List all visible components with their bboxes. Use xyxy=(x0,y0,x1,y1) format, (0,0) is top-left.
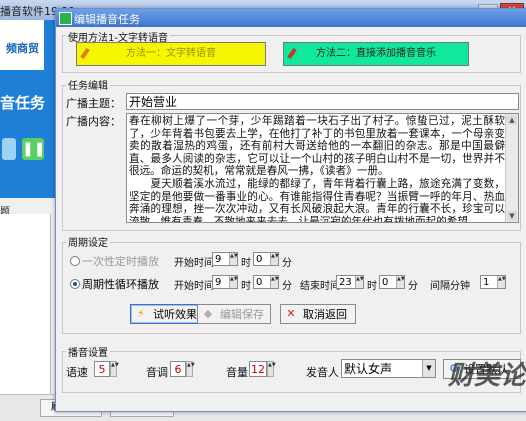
cycle-start-label: 开始时间 xyxy=(174,281,214,292)
spinner-icon[interactable]: ▲▼ xyxy=(229,253,238,265)
spinner-icon[interactable]: ▲▼ xyxy=(270,253,279,265)
task-header-label: 音任务 xyxy=(0,94,46,112)
cycle-end-label: 结束时间 xyxy=(300,281,340,292)
spinner-icon[interactable]: ▲▼ xyxy=(355,276,364,288)
audition-button[interactable]: ⚡ 试听效果 xyxy=(130,304,206,324)
content-textarea[interactable]: 春在柳树上爆了一个芽，少年踢踏着一块石子出了村子。惊蛰已过，泥土酥软了，少年背着… xyxy=(126,113,519,223)
logo: 频商贸 xyxy=(0,20,44,70)
spinner-icon[interactable]: ▲▼ xyxy=(497,276,506,288)
pencil-icon xyxy=(287,47,297,60)
dialog-titlebar[interactable]: 编辑播音任务 xyxy=(56,9,526,27)
chevron-down-icon[interactable]: ▼ xyxy=(422,360,435,377)
method-text-to-speech-button[interactable]: 方法一：文字转语音 xyxy=(76,42,266,66)
edit-task-dialog: 编辑播音任务 使用方法1-文字转语音 方法一：文字转语音 方法二：直接添加播音音… xyxy=(55,8,526,412)
cancel-return-label: 取消返回 xyxy=(303,308,347,321)
cycle-start-minute-value: 0 xyxy=(256,277,263,288)
one-time-radio[interactable] xyxy=(70,256,80,266)
interval-label: 间隔分钟 xyxy=(430,281,470,292)
speed-spinner-icon[interactable]: ▲▼ xyxy=(110,361,119,377)
edit-save-label: 编辑保存 xyxy=(220,308,264,321)
cycle-end-hour-value: 23 xyxy=(339,277,352,288)
volume-label: 音量 xyxy=(226,366,248,379)
one-time-minute-input[interactable]: 0 ▲▼ xyxy=(253,252,279,266)
content-label: 广播内容： xyxy=(66,115,121,128)
spinner-icon[interactable]: ▲▼ xyxy=(229,276,238,288)
dialog-title: 编辑播音任务 xyxy=(74,13,140,26)
hour-unit: 时 xyxy=(367,281,377,292)
audition-label: 试听效果 xyxy=(153,308,197,321)
one-time-start-label: 开始时间 xyxy=(174,258,214,269)
watermark-text: 财美论 xyxy=(448,361,526,391)
hour-unit: 时 xyxy=(241,281,251,292)
cycle-end-minute-value: 0 xyxy=(382,277,389,288)
cycle-end-hour-input[interactable]: 23 ▲▼ xyxy=(336,275,364,289)
prev-icon[interactable] xyxy=(2,138,16,160)
close-icon: ✕ xyxy=(286,307,296,320)
minute-unit: 分 xyxy=(408,281,418,292)
pitch-spinner-icon[interactable]: ▲▼ xyxy=(186,361,195,377)
main-left-panel: 频商贸 音任务 ❚❚ xyxy=(0,20,55,198)
spinner-icon[interactable]: ▲▼ xyxy=(396,276,405,288)
playback-group-label: 播音设置 xyxy=(66,344,110,359)
one-time-hour-value: 9 xyxy=(215,254,222,265)
speed-label: 语速 xyxy=(66,366,88,379)
minute-unit: 分 xyxy=(282,281,292,292)
method2-label: 方法二：直接添加播音音乐 xyxy=(316,48,436,59)
content-text: 春在柳树上爆了一个芽，少年踢踏着一块石子出了村子。惊蛰已过，泥土酥软了，少年背着… xyxy=(129,115,505,223)
pause-icon[interactable]: ❚❚ xyxy=(22,138,45,160)
task-list[interactable] xyxy=(0,214,51,394)
app-icon xyxy=(59,12,72,25)
pitch-label: 音调 xyxy=(146,366,168,379)
volume-spinner-icon[interactable]: ▲▼ xyxy=(267,361,276,377)
cycle-label: 周期性循环播放 xyxy=(82,278,159,291)
period-group-label: 周期设定 xyxy=(66,234,110,249)
one-time-minute-value: 0 xyxy=(256,254,263,265)
interval-input[interactable]: 1 ▲▼ xyxy=(480,275,506,289)
volume-input[interactable]: 12 xyxy=(249,361,267,377)
cycle-radio[interactable] xyxy=(70,279,80,289)
lightning-icon: ⚡ xyxy=(137,307,145,320)
speaker-label: 发音人 xyxy=(306,366,339,379)
one-time-hour-input[interactable]: 9 ▲▼ xyxy=(212,252,238,266)
theme-input[interactable]: 开始营业 xyxy=(126,93,519,110)
watermark: 财美论 xyxy=(448,355,526,413)
hour-unit: 时 xyxy=(241,258,251,269)
cycle-start-hour-input[interactable]: 9 ▲▼ xyxy=(212,275,238,289)
cycle-end-minute-input[interactable]: 0 ▲▼ xyxy=(379,275,405,289)
cycle-start-hour-value: 9 xyxy=(215,277,222,288)
scroll-down-icon[interactable]: ▼ xyxy=(507,211,517,221)
one-time-label: 一次性定时播放 xyxy=(82,255,159,268)
interval-value: 1 xyxy=(483,277,490,288)
logo-text: 频商贸 xyxy=(6,42,39,55)
pencil-icon xyxy=(80,47,90,60)
edit-save-button[interactable]: ◆ 编辑保存 xyxy=(197,304,271,324)
cancel-return-button[interactable]: ✕ 取消返回 xyxy=(280,304,356,324)
speed-input[interactable]: 5 xyxy=(94,361,110,377)
method-add-music-button[interactable]: 方法二：直接添加播音音乐 xyxy=(283,42,469,66)
speaker-value: 默认女声 xyxy=(344,362,393,376)
content-scrollbar[interactable]: ▲ ▼ xyxy=(505,114,518,222)
theme-label: 广播主题： xyxy=(66,97,121,110)
cycle-start-minute-input[interactable]: 0 ▲▼ xyxy=(253,275,279,289)
edit-group-label: 任务编辑 xyxy=(66,77,110,92)
pitch-input[interactable]: 6 xyxy=(170,361,186,377)
minute-unit: 分 xyxy=(282,258,292,269)
speaker-select[interactable]: 默认女声 ▼ xyxy=(341,359,436,378)
method1-label: 方法一：文字转语音 xyxy=(126,48,216,59)
scroll-up-icon[interactable]: ▲ xyxy=(507,115,517,125)
spinner-icon[interactable]: ▲▼ xyxy=(270,276,279,288)
tag-icon: ◆ xyxy=(203,307,213,320)
